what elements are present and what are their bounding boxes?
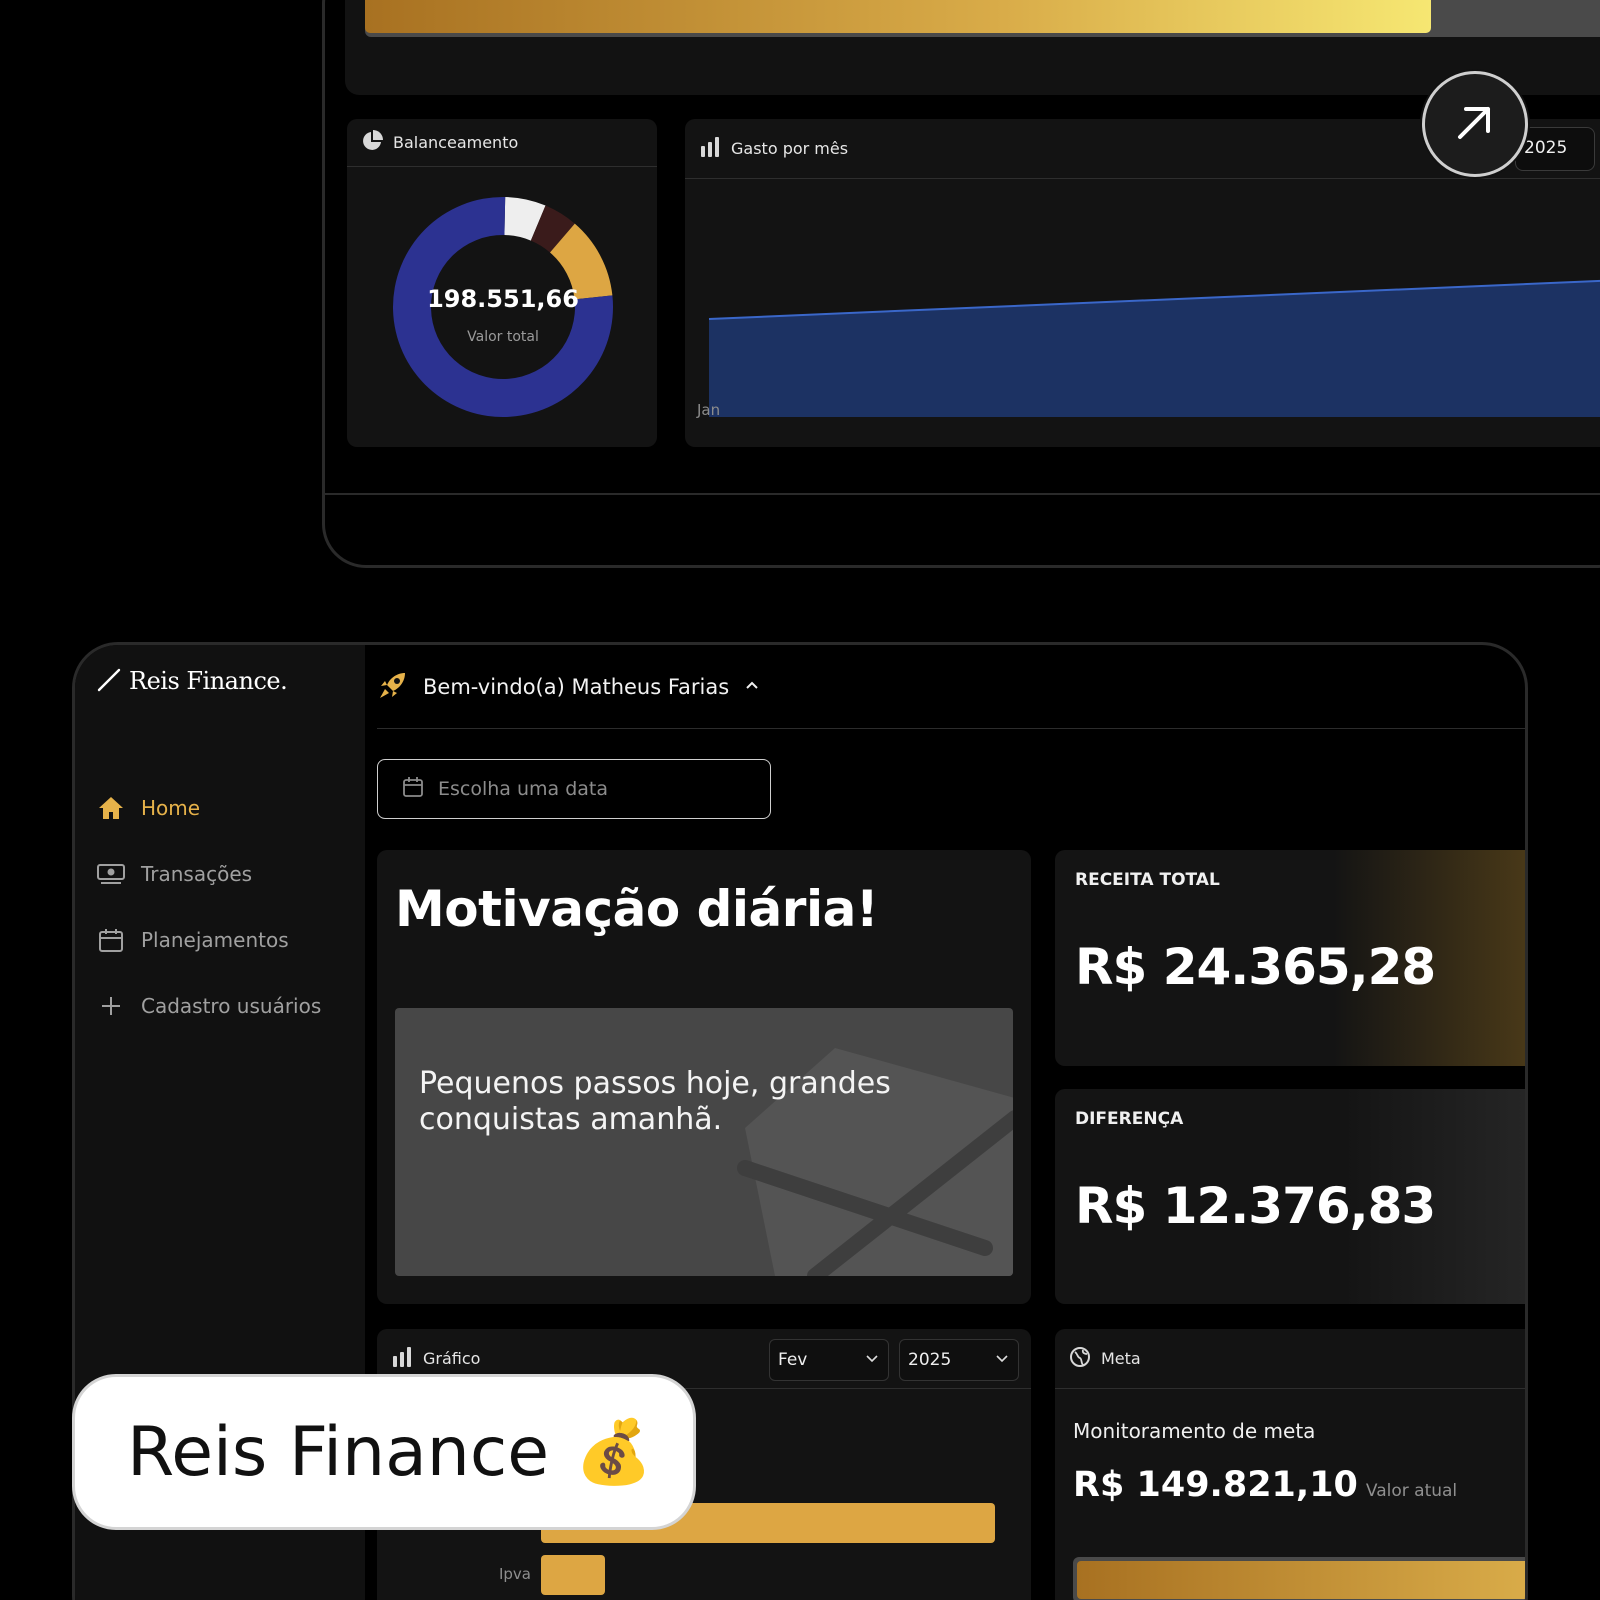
bar-chart-icon	[699, 136, 721, 162]
brand-label-text: Reis Finance	[127, 1412, 550, 1492]
date-placeholder: Escolha uma data	[438, 778, 609, 800]
goal-subtitle: Monitoramento de meta	[1073, 1419, 1316, 1443]
spending-title: Gasto por mês	[731, 139, 849, 158]
bar-mark	[541, 1555, 605, 1595]
balance-donut: 198.551,66 Valor total	[393, 197, 613, 417]
bar-chart-icon	[391, 1346, 413, 1372]
back-footer-divider	[325, 493, 1600, 495]
revenue-value: R$ 24.365,28	[1075, 938, 1436, 996]
top-progress-fill	[365, 0, 1431, 33]
wallet-watermark-icon	[737, 1048, 1013, 1276]
pie-chart-icon	[361, 129, 383, 156]
balance-title: Balanceamento	[393, 133, 519, 152]
top-bar: Bem-vindo(a) Matheus Farias	[377, 645, 1525, 729]
goal-current-value: R$ 149.821,10	[1073, 1465, 1358, 1505]
date-picker-input[interactable]: Escolha uma data	[377, 759, 771, 819]
cash-icon	[97, 860, 125, 888]
sidebar-item-label: Planejamentos	[141, 928, 289, 952]
year-select[interactable]: 2025	[899, 1339, 1019, 1381]
sidebar-item-transactions[interactable]: Transações	[97, 841, 321, 907]
expand-button[interactable]	[1422, 71, 1528, 177]
globe-icon	[1069, 1346, 1091, 1372]
difference-value: R$ 12.376,83	[1075, 1177, 1436, 1235]
goal-progress-track	[1073, 1557, 1525, 1600]
sidebar-item-planning[interactable]: Planejamentos	[97, 907, 321, 973]
plus-icon	[97, 992, 125, 1020]
month-select-value: Fev	[778, 1350, 808, 1370]
sidebar-item-label: Cadastro usuários	[141, 994, 322, 1018]
sidebar-item-home[interactable]: Home	[97, 775, 321, 841]
total-revenue-card: RECEITA TOTAL R$ 24.365,28	[1055, 850, 1525, 1066]
x-tick-label: Jan	[697, 401, 721, 419]
goal-current-value-row: R$ 149.821,10 Valor atual	[1073, 1465, 1457, 1505]
goal-card-header: Meta	[1055, 1329, 1525, 1389]
motivation-quote: Pequenos passos hoje, grandes conquistas…	[419, 1066, 891, 1137]
chevron-up-icon[interactable]	[743, 676, 761, 698]
quote-box: Pequenos passos hoje, grandes conquistas…	[395, 1008, 1013, 1276]
goal-value-note: Valor atual	[1365, 1481, 1458, 1501]
revenue-label: RECEITA TOTAL	[1075, 870, 1220, 890]
top-progress-track	[365, 0, 1600, 37]
sidebar-nav: Home Transações Planejamentos Cadastro u…	[97, 775, 321, 1039]
calendar-icon	[97, 926, 125, 954]
logo-text: Reis Finance.	[129, 667, 288, 695]
back-dashboard-window: Balanceamento 198.551,66 Valor total Gas…	[322, 0, 1600, 568]
money-bag-icon: 💰	[575, 1415, 653, 1488]
rocket-icon	[377, 669, 409, 705]
year-select-value: 2025	[908, 1350, 952, 1370]
donut-total-value: 198.551,66	[427, 285, 579, 313]
donut-total-label: Valor total	[467, 329, 539, 345]
chart-title: Gráfico	[423, 1349, 481, 1368]
balance-card: Balanceamento 198.551,66 Valor total	[347, 119, 657, 447]
sidebar-item-user-registration[interactable]: Cadastro usuários	[97, 973, 321, 1039]
arrow-up-right-icon	[1452, 99, 1498, 149]
chevron-down-icon	[864, 1350, 880, 1371]
home-icon	[97, 794, 125, 822]
chevron-down-icon	[994, 1350, 1010, 1371]
sidebar-item-label: Transações	[141, 862, 253, 886]
bar-category-label: Ipva	[498, 1565, 531, 1583]
goal-progress-fill	[1077, 1561, 1525, 1599]
welcome-text: Bem-vindo(a) Matheus Farias	[423, 674, 730, 699]
daily-motivation-card: Motivação diária! Pequenos passos hoje, …	[377, 850, 1031, 1304]
goal-title: Meta	[1101, 1349, 1141, 1368]
spending-area-chart	[708, 279, 1600, 417]
app-logo: Reis Finance.	[97, 667, 288, 695]
motivation-title: Motivação diária!	[395, 880, 879, 938]
difference-label: DIFERENÇA	[1075, 1109, 1184, 1129]
calendar-icon	[402, 776, 424, 803]
difference-card: DIFERENÇA R$ 12.376,83	[1055, 1089, 1525, 1304]
goal-card: Meta Monitoramento de meta R$ 149.821,10…	[1055, 1329, 1525, 1600]
brand-label: Reis Finance 💰	[72, 1374, 696, 1530]
balance-card-header: Balanceamento	[347, 119, 657, 167]
month-select[interactable]: Fev	[769, 1339, 889, 1381]
logo-slash-icon	[97, 668, 121, 692]
sidebar-item-label: Home	[141, 796, 201, 820]
